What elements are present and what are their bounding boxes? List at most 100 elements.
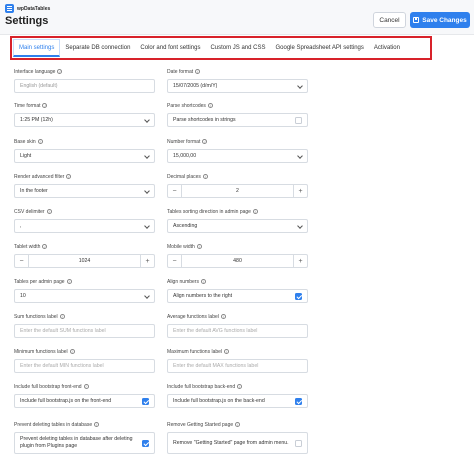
info-icon[interactable]: i (83, 384, 89, 389)
interface-language-input[interactable]: English (default) (14, 79, 155, 93)
field-label: Tables per admin page (14, 278, 65, 285)
increment-button[interactable]: + (293, 185, 307, 197)
info-icon[interactable]: i (252, 209, 258, 214)
stepper-value[interactable]: 480 (182, 258, 293, 264)
stepper-value[interactable]: 2 (182, 188, 293, 194)
sorting-direction-field: Tables sorting direction in admin page i … (167, 208, 308, 233)
checkbox-label: Align numbers to the right (173, 293, 233, 299)
tables-per-page-select[interactable]: 10 (14, 289, 155, 303)
min-label-input[interactable]: Enter the default MIN functions label (14, 359, 155, 373)
chevron-down-icon (297, 153, 303, 159)
date-format-select[interactable]: 15/07/2005 (d/m/Y) (167, 79, 308, 93)
sum-label-input[interactable]: Enter the default SUM functions label (14, 324, 155, 338)
info-icon[interactable]: i (37, 139, 43, 144)
date-format-field: Date format i 15/07/2005 (d/m/Y) (167, 68, 308, 93)
chevron-down-icon (144, 293, 150, 299)
bootstrap-front-field: Include full bootstrap front-end i Includ… (14, 383, 155, 408)
field-label: Minimum functions label (14, 348, 68, 355)
checkbox[interactable] (295, 116, 302, 124)
info-icon[interactable]: i (42, 244, 48, 249)
save-changes-button[interactable]: Save Changes (410, 12, 470, 28)
info-icon[interactable]: i (220, 314, 226, 319)
tab-color-font[interactable]: Color and font settings (135, 39, 205, 57)
time-format-select[interactable]: 1:25 PM (12h) (14, 113, 155, 127)
bootstrap-front-toggle[interactable]: Include full bootstrap.js on the front-e… (14, 394, 155, 408)
info-icon[interactable]: i (94, 422, 100, 427)
info-icon[interactable]: i (57, 69, 63, 74)
avg-label-input[interactable]: Enter the default AVG functions label (167, 324, 308, 338)
tab-main-settings[interactable]: Main settings (13, 39, 61, 57)
increment-button[interactable]: + (293, 255, 307, 267)
info-icon[interactable]: i (69, 349, 75, 354)
checkbox-label: Remove "Getting Started" page from admin… (173, 439, 289, 446)
field-label: Sum functions label (14, 313, 58, 320)
info-icon[interactable]: i (66, 279, 72, 284)
field-label: Remove Getting Started page (167, 421, 234, 428)
max-label-field: Maximum functions label i Enter the defau… (167, 348, 308, 373)
tab-activation[interactable]: Activation (369, 39, 405, 57)
select-value: Light (20, 153, 32, 159)
checkbox-checked[interactable] (142, 397, 149, 405)
info-icon[interactable]: i (224, 349, 230, 354)
info-icon[interactable]: i (46, 209, 52, 214)
tables-per-page-field: Tables per admin page i 10 (14, 278, 155, 303)
render-filter-select[interactable]: In the footer (14, 184, 155, 198)
mobile-width-field: Mobile width i − 480 + (167, 243, 308, 268)
info-icon[interactable]: i (202, 139, 208, 144)
checkbox-checked[interactable] (295, 292, 302, 300)
decrement-button[interactable]: − (168, 255, 182, 267)
info-icon[interactable]: i (42, 103, 48, 108)
tab-google-api[interactable]: Google Spreadsheet API settings (270, 39, 368, 57)
tab-separate-db[interactable]: Separate DB connection (60, 39, 135, 57)
info-icon[interactable]: i (195, 69, 201, 74)
base-skin-field: Base skin i Light (14, 138, 155, 163)
top-bar: wpDataTables Settings Cancel Save Change… (0, 0, 474, 34)
field-label: Tables sorting direction in admin page (167, 208, 251, 215)
info-icon[interactable]: i (200, 279, 206, 284)
field-label: Interface language (14, 68, 56, 75)
interface-language-field: Interface language i English (default) (14, 68, 155, 93)
chevron-down-icon (144, 188, 150, 194)
number-format-select[interactable]: 15,000,00 (167, 149, 308, 163)
sorting-direction-select[interactable]: Ascending (167, 219, 308, 233)
csv-delimiter-select[interactable]: , (14, 219, 155, 233)
info-icon[interactable]: i (202, 174, 208, 179)
checkbox-checked[interactable] (142, 439, 149, 447)
checkbox-label: Prevent deleting tables in database afte… (20, 436, 133, 449)
info-icon[interactable]: i (235, 422, 241, 427)
bootstrap-back-field: Include full bootstrap back-end i Include… (167, 383, 308, 408)
decrement-button[interactable]: − (168, 185, 182, 197)
field-label: Prevent deleting tables in database (14, 421, 93, 428)
decrement-button[interactable]: − (15, 255, 29, 267)
checkbox-label: Parse shortcodes in strings (173, 117, 236, 123)
cancel-button[interactable]: Cancel (373, 12, 406, 28)
sum-label-field: Sum functions label i Enter the default S… (14, 313, 155, 338)
tablet-width-field: Tablet width i − 1024 + (14, 243, 155, 268)
csv-delimiter-field: CSV delimiter i , (14, 208, 155, 233)
align-numbers-toggle[interactable]: Align numbers to the right (167, 289, 308, 303)
chevron-down-icon (297, 83, 303, 89)
checkbox[interactable] (295, 439, 302, 447)
chevron-down-icon (144, 223, 150, 229)
checkbox-checked[interactable] (295, 397, 302, 405)
time-format-field: Time format i 1:25 PM (12h) (14, 102, 155, 127)
prevent-delete-field: Prevent deleting tables in database i Pre… (14, 421, 155, 454)
parse-shortcodes-toggle[interactable]: Parse shortcodes in strings (167, 113, 308, 127)
field-label: Decimal places (167, 173, 201, 180)
info-icon[interactable]: i (66, 174, 72, 179)
remove-getting-started-toggle[interactable]: Remove "Getting Started" page from admin… (167, 432, 308, 454)
info-icon[interactable]: i (237, 384, 243, 389)
checkbox-label: Include full bootstrap.js on the front-e… (20, 398, 112, 404)
stepper-value[interactable]: 1024 (29, 258, 140, 264)
info-icon[interactable]: i (207, 103, 213, 108)
tab-custom-js-css[interactable]: Custom JS and CSS (205, 39, 270, 57)
base-skin-select[interactable]: Light (14, 149, 155, 163)
bootstrap-back-toggle[interactable]: Include full bootstrap.js on the back-en… (167, 394, 308, 408)
field-label: Render advanced filter (14, 173, 65, 180)
info-icon[interactable]: i (59, 314, 65, 319)
increment-button[interactable]: + (140, 255, 154, 267)
field-label: Include full bootstrap front-end (14, 383, 82, 390)
info-icon[interactable]: i (196, 244, 202, 249)
prevent-delete-toggle[interactable]: Prevent deleting tables in database afte… (14, 432, 155, 454)
max-label-input[interactable]: Enter the default MAX functions label (167, 359, 308, 373)
